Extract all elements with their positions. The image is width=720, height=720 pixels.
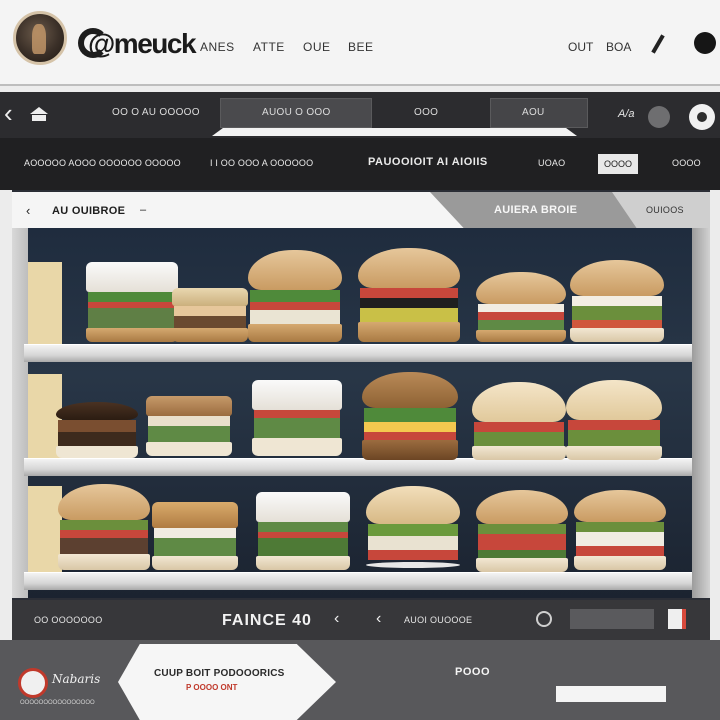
promo-title: CUUP BOIT PODOOORICS	[154, 668, 285, 679]
sandwich-item[interactable]	[570, 260, 664, 344]
nav-link-4[interactable]: BEE	[348, 40, 374, 54]
header-link-out[interactable]: OUT	[568, 40, 593, 54]
display-case-right-wall	[692, 228, 710, 598]
sandwich-item[interactable]	[252, 380, 342, 458]
panel-dash: –	[140, 204, 147, 216]
active-tab-indicator	[212, 128, 577, 136]
nav-link-3[interactable]: OUE	[303, 40, 331, 54]
sandwich-item[interactable]	[58, 484, 150, 572]
sandwich-item[interactable]	[358, 248, 460, 344]
filter-item-4[interactable]: UOAO	[538, 158, 565, 168]
sandwich-item[interactable]	[574, 490, 666, 572]
promo-callout[interactable]	[118, 644, 336, 720]
toggle-button[interactable]	[648, 106, 670, 128]
record-button[interactable]	[689, 104, 715, 130]
footer-label: POOO	[455, 666, 491, 678]
bottom-left-label[interactable]: OO OOOOOOO	[34, 615, 103, 625]
sandwich-item[interactable]	[472, 382, 566, 460]
filter-item-6[interactable]: OOOO	[672, 158, 701, 168]
chevron-left-icon[interactable]: ‹	[334, 610, 339, 628]
avatar[interactable]	[13, 11, 67, 65]
sandwich-item[interactable]	[86, 262, 178, 344]
filter-item-3[interactable]: PAUOOIOIT AI AIOIIS	[368, 156, 488, 168]
footer-logo-text: Nabaris	[52, 672, 101, 686]
sandwich-item[interactable]	[172, 288, 248, 344]
toolbar-tab-1-label: AUOU O OOO	[262, 107, 331, 118]
sandwich-item[interactable]	[362, 372, 458, 462]
bottom-progress-bar[interactable]	[570, 609, 654, 629]
sandwich-item[interactable]	[366, 486, 460, 572]
profile-dot-icon[interactable]	[694, 32, 716, 54]
header-link-boa[interactable]: BOA	[606, 40, 631, 54]
shelf-3	[24, 572, 692, 590]
footer	[0, 640, 720, 720]
bottom-action-button[interactable]	[668, 609, 686, 629]
sandwich-item[interactable]	[152, 502, 238, 572]
shelf-1	[24, 344, 692, 362]
home-icon[interactable]	[28, 105, 50, 123]
chevron-left-icon[interactable]: ‹	[26, 203, 31, 218]
case-side-panel	[28, 262, 62, 346]
sandwich-item[interactable]	[566, 380, 662, 460]
promo-subtitle: P OOOO ONT	[186, 683, 238, 692]
text-style-button[interactable]: A/a	[618, 108, 635, 120]
sandwich-item[interactable]	[476, 490, 568, 572]
chevron-left-icon[interactable]: ‹	[4, 100, 13, 126]
sandwich-item[interactable]	[256, 492, 350, 572]
toolbar-tab-3-label: AOU	[522, 107, 545, 118]
panel-back-label[interactable]: AU OUIBROE	[52, 205, 125, 217]
footer-logo-icon	[18, 668, 48, 698]
case-side-panel	[28, 486, 62, 580]
footer-input[interactable]	[556, 686, 666, 702]
sandwich-item[interactable]	[56, 402, 138, 458]
sandwich-item[interactable]	[248, 250, 342, 344]
panel-title: AUIERA BROIE	[494, 204, 578, 216]
shelf-2	[24, 458, 692, 476]
app-frame: @meuck ANES ATTE OUE BEE OUT BOA ‹ OO O …	[0, 0, 720, 720]
chevron-left-icon[interactable]: ‹	[376, 610, 381, 628]
filter-pill[interactable]: OOOO	[598, 154, 638, 174]
toolbar-tab-2-label[interactable]: OOO	[414, 107, 438, 118]
nav-link-1[interactable]: ANES	[200, 40, 235, 54]
sandwich-item[interactable]	[146, 396, 232, 458]
toolbar-label: OO O AU OOOOO	[112, 107, 200, 118]
circle-icon[interactable]	[536, 611, 552, 627]
sandwich-item[interactable]	[476, 272, 566, 344]
display-case-left-wall	[12, 228, 28, 598]
bottom-title: FAINCE 40	[222, 612, 312, 629]
panel-subtitle[interactable]: OUIOOS	[646, 205, 684, 215]
brand-logo[interactable]: @meuck	[88, 28, 197, 60]
bottom-center-label[interactable]: AUOI OUOOOE	[404, 615, 472, 625]
filter-item-2[interactable]: I I OO OOO A OOOOOO	[210, 158, 313, 168]
filter-item-1[interactable]: AOOOOO AOOO OOOOOO OOOOO	[24, 158, 181, 168]
footer-logo-subtitle: OOOOOOOOOOOOOOOO	[20, 700, 95, 706]
nav-link-2[interactable]: ATTE	[253, 40, 285, 54]
